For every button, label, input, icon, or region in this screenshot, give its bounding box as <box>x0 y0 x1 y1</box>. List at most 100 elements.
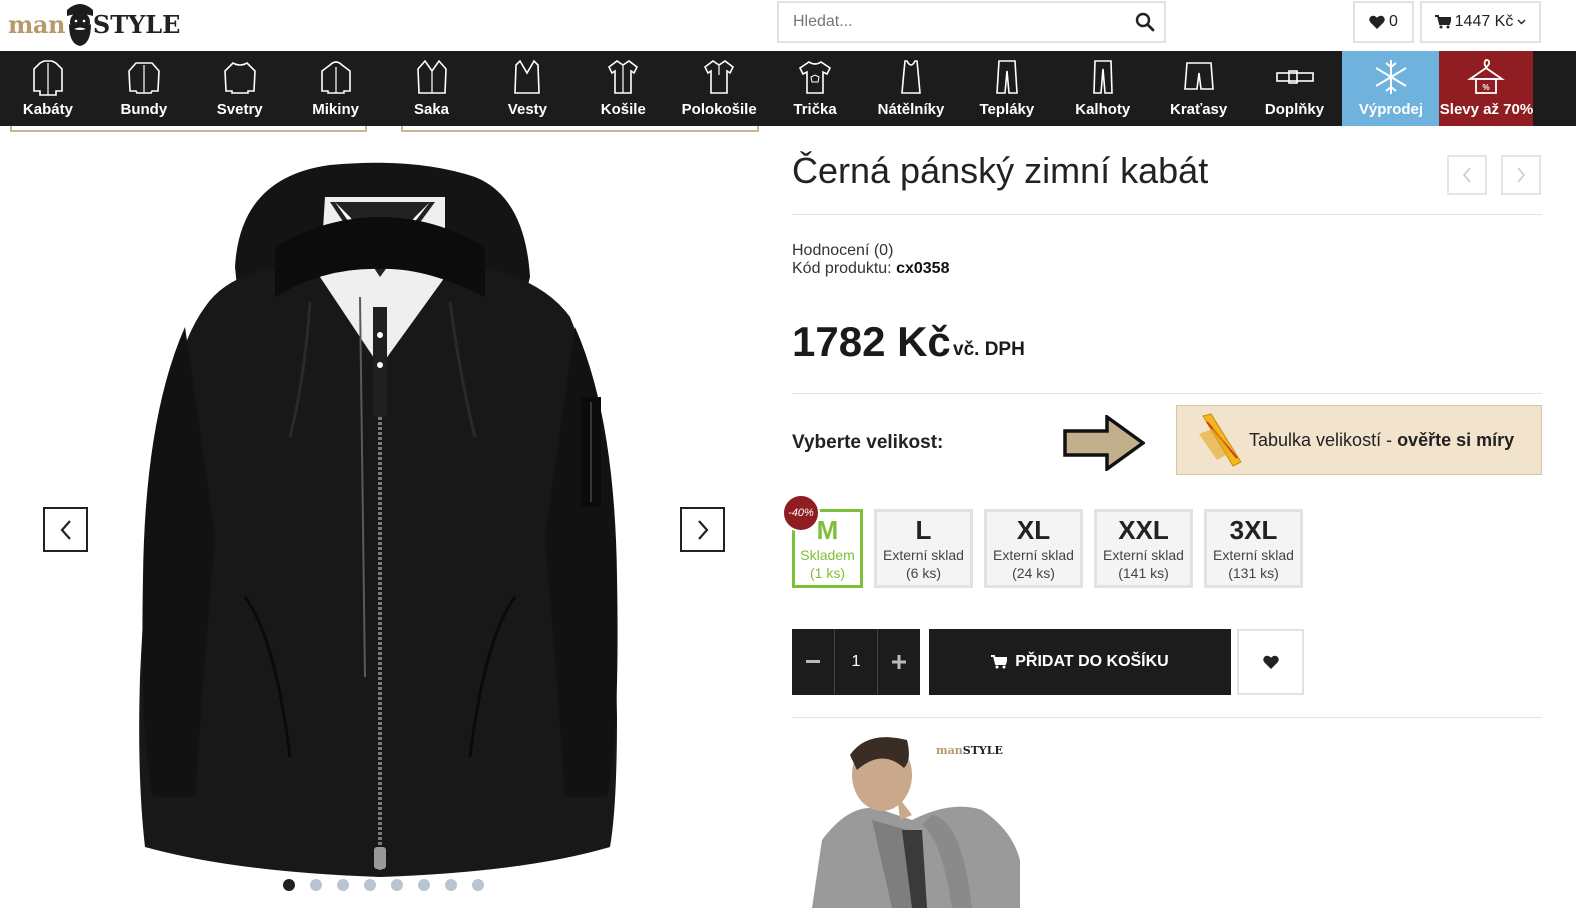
gallery-dot[interactable] <box>337 879 349 891</box>
nav-item-label: Slevy až 70% <box>1439 101 1534 118</box>
add-to-cart-button[interactable]: PŘIDAT DO KOŠÍKU <box>929 629 1231 695</box>
nav-item-1[interactable]: Bundy <box>96 51 192 126</box>
nav-item-6[interactable]: Košile <box>575 51 671 126</box>
nav-item-4[interactable]: Saka <box>384 51 480 126</box>
gallery-dot[interactable] <box>391 879 403 891</box>
nav-item-13[interactable]: Doplňky <box>1247 51 1343 126</box>
gallery-next-button[interactable] <box>680 507 725 552</box>
quantity-input[interactable]: 1 <box>834 629 878 695</box>
gallery-dot[interactable] <box>364 879 376 891</box>
rating-label[interactable]: Hodnocení (0) <box>792 242 949 260</box>
trousers-icon <box>1092 60 1113 94</box>
gallery-prev-button[interactable] <box>43 507 88 552</box>
wishlist-button[interactable]: 0 <box>1353 1 1414 43</box>
vest-icon <box>514 59 541 94</box>
nav-item-12[interactable]: Kraťasy <box>1151 51 1247 126</box>
shorts-icon <box>1183 62 1214 90</box>
stock-status: Externí sklad <box>1103 547 1184 563</box>
stock-count: (24 ks) <box>1012 565 1055 581</box>
nav-item-label: Kalhoty <box>1075 101 1131 118</box>
stock-status: Externí sklad <box>1213 547 1294 563</box>
measuring-tape-icon <box>1199 413 1242 467</box>
nav-item-0[interactable]: Kabáty <box>0 51 96 126</box>
nav-item-label: Nátělníky <box>877 101 945 118</box>
header: man STYLE 0 1447 Kč <box>0 0 1576 50</box>
nav-item-label: Tepláky <box>979 101 1035 118</box>
sweatpants-icon <box>995 60 1018 94</box>
size-label: L <box>915 515 932 545</box>
discount-badge: -40% <box>782 494 820 532</box>
decrease-quantity-button[interactable] <box>792 629 834 695</box>
nav-item-7[interactable]: Polokošile <box>671 51 767 126</box>
heart-icon <box>1369 15 1385 29</box>
nav-item-15[interactable]: % Slevy až 70% <box>1439 51 1534 126</box>
minus-icon <box>806 660 820 663</box>
chevron-right-icon <box>697 519 708 540</box>
belt-icon <box>1275 70 1314 84</box>
search-input[interactable] <box>779 3 1119 41</box>
nav-item-10[interactable]: Tepláky <box>959 51 1055 126</box>
arrow-right-icon <box>1063 415 1145 471</box>
size-option-3[interactable]: XXL Externí sklad (141 ks) <box>1094 509 1193 588</box>
nav-item-9[interactable]: Nátělníky <box>863 51 959 126</box>
nav-item-3[interactable]: Mikiny <box>288 51 384 126</box>
product-image[interactable] <box>125 157 635 877</box>
size-options: -40% M Skladem (1 ks) L Externí sklad (6 ks) XL… <box>782 494 1303 588</box>
search-icon[interactable] <box>1135 12 1155 32</box>
size-option-1[interactable]: L Externí sklad (6 ks) <box>874 509 973 588</box>
nav-item-label: Bundy <box>120 101 168 118</box>
blazer-icon <box>416 59 447 94</box>
next-product-button[interactable] <box>1501 155 1541 195</box>
cart-button[interactable]: 1447 Kč <box>1420 1 1541 43</box>
gallery-dot[interactable] <box>472 879 484 891</box>
nav-item-label: Košile <box>600 101 646 118</box>
stock-status: Externí sklad <box>993 547 1074 563</box>
prev-product-button[interactable] <box>1447 155 1487 195</box>
tanktop-icon <box>901 60 921 94</box>
logo-text-man: man <box>8 9 65 39</box>
hoodie-icon <box>320 61 351 94</box>
nav-item-label: Doplňky <box>1264 101 1325 118</box>
size-option-4[interactable]: 3XL Externí sklad (131 ks) <box>1204 509 1303 588</box>
gallery-dot[interactable] <box>418 879 430 891</box>
hanger-icon: % <box>1467 59 1506 94</box>
nav-item-14[interactable]: Výprodej <box>1342 51 1440 126</box>
gallery-dot[interactable] <box>445 879 457 891</box>
size-table-button[interactable]: Tabulka velikostí - ověřte si míry <box>1176 405 1542 475</box>
size-table-text: Tabulka velikostí - <box>1249 429 1393 450</box>
divider <box>792 393 1542 394</box>
size-option-0[interactable]: -40% M Skladem (1 ks) <box>782 494 863 588</box>
nav-item-2[interactable]: Svetry <box>192 51 288 126</box>
size-table-bold: ověřte si míry <box>1397 429 1515 450</box>
nav-item-label: Kraťasy <box>1170 101 1228 118</box>
tshirt-icon <box>799 61 832 94</box>
stock-count: (141 ks) <box>1118 565 1169 581</box>
add-to-wishlist-button[interactable] <box>1237 629 1304 695</box>
gallery-dot[interactable] <box>310 879 322 891</box>
stock-status: Skladem <box>800 547 855 563</box>
nav-item-5[interactable]: Vesty <box>479 51 575 126</box>
increase-quantity-button[interactable] <box>878 629 920 695</box>
product-code-row: Kód produktu: cx0358 <box>792 260 949 278</box>
jacket-icon <box>128 62 160 94</box>
nav-item-11[interactable]: Kalhoty <box>1055 51 1151 126</box>
size-label: 3XL <box>1229 515 1278 545</box>
size-select-label: Vyberte velikost: <box>792 432 944 453</box>
divider <box>792 717 1542 718</box>
promo-banner[interactable]: manSTYLE <box>812 730 1020 908</box>
gallery-dot[interactable] <box>283 879 295 891</box>
heart-icon <box>1262 655 1279 669</box>
nav-item-8[interactable]: Trička <box>767 51 863 126</box>
size-label: XL <box>1016 515 1051 545</box>
product-code-label: Kód produktu: <box>792 260 897 277</box>
size-option-2[interactable]: XL Externí sklad (24 ks) <box>984 509 1083 588</box>
logo-text-style: STYLE <box>92 9 181 39</box>
quantity-stepper: 1 <box>792 629 920 695</box>
size-label: XXL <box>1118 515 1169 545</box>
shirt-icon <box>608 60 639 94</box>
product-meta: Hodnocení (0) Kód produktu: cx0358 <box>792 242 949 278</box>
nav-item-label: Trička <box>793 101 837 118</box>
polo-icon <box>704 60 735 94</box>
site-logo[interactable]: man STYLE <box>8 2 180 46</box>
plus-icon <box>892 655 906 669</box>
